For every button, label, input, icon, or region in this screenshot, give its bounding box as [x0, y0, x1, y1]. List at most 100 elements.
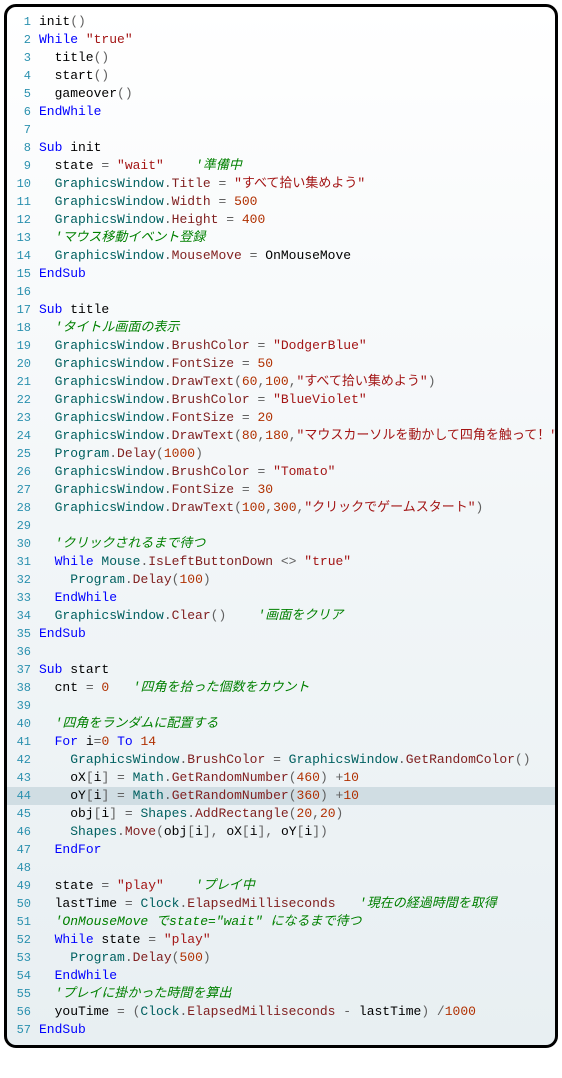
- line-content[interactable]: youTime = (Clock.ElapsedMilliseconds - l…: [39, 1003, 555, 1021]
- line-content[interactable]: GraphicsWindow.FontSize = 30: [39, 481, 555, 499]
- line-content[interactable]: 'プレイに掛かった時間を算出: [39, 985, 555, 1003]
- line-content[interactable]: '四角をランダムに配置する: [39, 715, 555, 733]
- code-line[interactable]: 48: [7, 859, 555, 877]
- line-content[interactable]: EndWhile: [39, 589, 555, 607]
- code-line[interactable]: 18 'タイトル画面の表示: [7, 319, 555, 337]
- code-line[interactable]: 41 For i=0 To 14: [7, 733, 555, 751]
- code-line[interactable]: 19 GraphicsWindow.BrushColor = "DodgerBl…: [7, 337, 555, 355]
- code-line[interactable]: 32 Program.Delay(100): [7, 571, 555, 589]
- line-content[interactable]: GraphicsWindow.FontSize = 50: [39, 355, 555, 373]
- code-line[interactable]: 27 GraphicsWindow.FontSize = 30: [7, 481, 555, 499]
- code-line[interactable]: 14 GraphicsWindow.MouseMove = OnMouseMov…: [7, 247, 555, 265]
- line-content[interactable]: Sub start: [39, 661, 555, 679]
- code-line[interactable]: 42 GraphicsWindow.BrushColor = GraphicsW…: [7, 751, 555, 769]
- code-line[interactable]: 37Sub start: [7, 661, 555, 679]
- code-line[interactable]: 21 GraphicsWindow.DrawText(60,100,"すべて拾い…: [7, 373, 555, 391]
- code-line[interactable]: 29: [7, 517, 555, 535]
- code-line[interactable]: 39: [7, 697, 555, 715]
- line-content[interactable]: While state = "play": [39, 931, 555, 949]
- code-line[interactable]: 8Sub init: [7, 139, 555, 157]
- line-content[interactable]: GraphicsWindow.Width = 500: [39, 193, 555, 211]
- code-editor[interactable]: 1init()2While "true"3 title()4 start()5 …: [4, 4, 558, 1048]
- line-content[interactable]: Program.Delay(1000): [39, 445, 555, 463]
- code-line[interactable]: 34 GraphicsWindow.Clear() '画面をクリア: [7, 607, 555, 625]
- line-content[interactable]: GraphicsWindow.Title = "すべて拾い集めよう": [39, 175, 555, 193]
- code-line[interactable]: 56 youTime = (Clock.ElapsedMilliseconds …: [7, 1003, 555, 1021]
- code-line[interactable]: 17Sub title: [7, 301, 555, 319]
- line-content[interactable]: Program.Delay(500): [39, 949, 555, 967]
- line-content[interactable]: state = "play" 'プレイ中: [39, 877, 555, 895]
- code-line[interactable]: 44 oY[i] = Math.GetRandomNumber(360) +10: [7, 787, 555, 805]
- line-content[interactable]: gameover(): [39, 85, 555, 103]
- line-content[interactable]: title(): [39, 49, 555, 67]
- code-line[interactable]: 23 GraphicsWindow.FontSize = 20: [7, 409, 555, 427]
- line-content[interactable]: Sub title: [39, 301, 555, 319]
- line-content[interactable]: GraphicsWindow.DrawText(100,300,"クリックでゲー…: [39, 499, 555, 517]
- line-content[interactable]: GraphicsWindow.DrawText(80,180,"マウスカーソルを…: [39, 427, 555, 445]
- line-content[interactable]: GraphicsWindow.FontSize = 20: [39, 409, 555, 427]
- line-content[interactable]: obj[i] = Shapes.AddRectangle(20,20): [39, 805, 555, 823]
- code-line[interactable]: 20 GraphicsWindow.FontSize = 50: [7, 355, 555, 373]
- code-line[interactable]: 15EndSub: [7, 265, 555, 283]
- line-content[interactable]: state = "wait" '準備中: [39, 157, 555, 175]
- line-content[interactable]: GraphicsWindow.DrawText(60,100,"すべて拾い集めよ…: [39, 373, 555, 391]
- line-content[interactable]: 'マウス移動イベント登録: [39, 229, 555, 247]
- code-line[interactable]: 31 While Mouse.IsLeftButtonDown <> "true…: [7, 553, 555, 571]
- line-content[interactable]: oX[i] = Math.GetRandomNumber(460) +10: [39, 769, 555, 787]
- code-line[interactable]: 33 EndWhile: [7, 589, 555, 607]
- code-line[interactable]: 25 Program.Delay(1000): [7, 445, 555, 463]
- code-line[interactable]: 30 'クリックされるまで待つ: [7, 535, 555, 553]
- code-line[interactable]: 5 gameover(): [7, 85, 555, 103]
- code-line[interactable]: 22 GraphicsWindow.BrushColor = "BlueViol…: [7, 391, 555, 409]
- line-content[interactable]: GraphicsWindow.MouseMove = OnMouseMove: [39, 247, 555, 265]
- code-line[interactable]: 10 GraphicsWindow.Title = "すべて拾い集めよう": [7, 175, 555, 193]
- code-line[interactable]: 35EndSub: [7, 625, 555, 643]
- code-line[interactable]: 40 '四角をランダムに配置する: [7, 715, 555, 733]
- code-line[interactable]: 50 lastTime = Clock.ElapsedMilliseconds …: [7, 895, 555, 913]
- code-line[interactable]: 54 EndWhile: [7, 967, 555, 985]
- code-line[interactable]: 13 'マウス移動イベント登録: [7, 229, 555, 247]
- code-line[interactable]: 43 oX[i] = Math.GetRandomNumber(460) +10: [7, 769, 555, 787]
- code-line[interactable]: 26 GraphicsWindow.BrushColor = "Tomato": [7, 463, 555, 481]
- line-content[interactable]: While "true": [39, 31, 555, 49]
- code-line[interactable]: 49 state = "play" 'プレイ中: [7, 877, 555, 895]
- code-line[interactable]: 4 start(): [7, 67, 555, 85]
- code-area[interactable]: 1init()2While "true"3 title()4 start()5 …: [7, 7, 555, 1045]
- code-line[interactable]: 2While "true": [7, 31, 555, 49]
- line-content[interactable]: GraphicsWindow.Clear() '画面をクリア: [39, 607, 555, 625]
- code-line[interactable]: 36: [7, 643, 555, 661]
- code-line[interactable]: 53 Program.Delay(500): [7, 949, 555, 967]
- line-content[interactable]: EndSub: [39, 265, 555, 283]
- code-line[interactable]: 45 obj[i] = Shapes.AddRectangle(20,20): [7, 805, 555, 823]
- code-line[interactable]: 51 'OnMouseMove でstate="wait" になるまで待つ: [7, 913, 555, 931]
- line-content[interactable]: GraphicsWindow.BrushColor = "BlueViolet": [39, 391, 555, 409]
- line-content[interactable]: GraphicsWindow.BrushColor = GraphicsWind…: [39, 751, 555, 769]
- code-line[interactable]: 6EndWhile: [7, 103, 555, 121]
- code-line[interactable]: 1init(): [7, 13, 555, 31]
- code-line[interactable]: 57EndSub: [7, 1021, 555, 1039]
- line-content[interactable]: Shapes.Move(obj[i], oX[i], oY[i]): [39, 823, 555, 841]
- line-content[interactable]: 'クリックされるまで待つ: [39, 535, 555, 553]
- line-content[interactable]: For i=0 To 14: [39, 733, 555, 751]
- code-line[interactable]: 3 title(): [7, 49, 555, 67]
- code-line[interactable]: 52 While state = "play": [7, 931, 555, 949]
- line-content[interactable]: GraphicsWindow.Height = 400: [39, 211, 555, 229]
- code-line[interactable]: 24 GraphicsWindow.DrawText(80,180,"マウスカー…: [7, 427, 555, 445]
- line-content[interactable]: EndSub: [39, 1021, 555, 1039]
- line-content[interactable]: GraphicsWindow.BrushColor = "Tomato": [39, 463, 555, 481]
- code-line[interactable]: 55 'プレイに掛かった時間を算出: [7, 985, 555, 1003]
- line-content[interactable]: EndWhile: [39, 103, 555, 121]
- line-content[interactable]: Sub init: [39, 139, 555, 157]
- code-line[interactable]: 11 GraphicsWindow.Width = 500: [7, 193, 555, 211]
- code-line[interactable]: 47 EndFor: [7, 841, 555, 859]
- line-content[interactable]: EndSub: [39, 625, 555, 643]
- line-content[interactable]: GraphicsWindow.BrushColor = "DodgerBlue": [39, 337, 555, 355]
- code-line[interactable]: 16: [7, 283, 555, 301]
- line-content[interactable]: cnt = 0 '四角を拾った個数をカウント: [39, 679, 555, 697]
- code-line[interactable]: 38 cnt = 0 '四角を拾った個数をカウント: [7, 679, 555, 697]
- line-content[interactable]: start(): [39, 67, 555, 85]
- line-content[interactable]: lastTime = Clock.ElapsedMilliseconds '現在…: [39, 895, 555, 913]
- line-content[interactable]: 'タイトル画面の表示: [39, 319, 555, 337]
- code-line[interactable]: 28 GraphicsWindow.DrawText(100,300,"クリック…: [7, 499, 555, 517]
- code-line[interactable]: 46 Shapes.Move(obj[i], oX[i], oY[i]): [7, 823, 555, 841]
